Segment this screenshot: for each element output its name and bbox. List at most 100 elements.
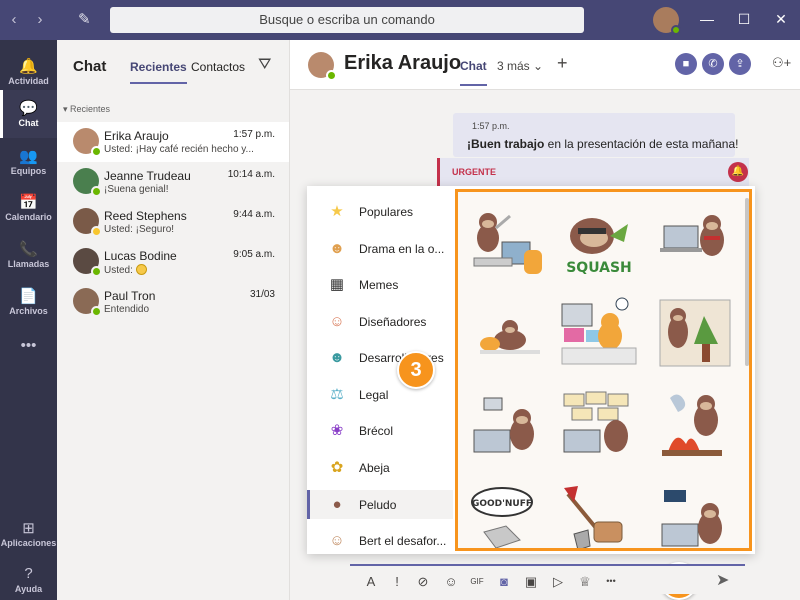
broccoli-icon: ❀ <box>330 422 344 439</box>
sloth-buried-in-mail-sticker[interactable] <box>558 388 640 464</box>
category-label: Drama en la o... <box>359 242 445 256</box>
sticker-category-memes[interactable]: ▦ Memes <box>307 270 453 299</box>
minimize-button[interactable]: — <box>697 11 717 27</box>
search-input[interactable]: Busque o escriba un comando <box>110 7 584 33</box>
back-icon[interactable]: ‹ <box>6 11 22 28</box>
add-people-icon[interactable]: ⚇+ <box>772 55 791 71</box>
rail-item-llamadas[interactable]: 📞 Llamadas <box>0 231 57 279</box>
category-label: Brécol <box>359 424 394 438</box>
sticker-category-peludo[interactable]: ● Peludo <box>307 490 453 519</box>
contact-name: Paul Tron <box>104 289 156 303</box>
chat-message[interactable]: 1:57 p.m. ¡Buen trabajo en la presentaci… <box>453 113 739 157</box>
rail-item-calendario[interactable]: 📅 Calendario <box>0 184 57 232</box>
category-label: Bert el desafor... <box>359 534 447 548</box>
add-tab-button[interactable]: + <box>557 53 568 74</box>
category-label: Memes <box>359 278 399 292</box>
sloth-with-plant-sticker[interactable] <box>654 296 736 372</box>
emoji-icon[interactable]: ☺ <box>442 574 460 589</box>
smile-emoji-icon <box>135 264 147 275</box>
category-label: Diseñadores <box>359 315 427 329</box>
chat-item-erika-araujo[interactable]: Erika Araujo 1:57 p.m. Usted: ¡Hay café … <box>57 122 289 162</box>
contact-name: Reed Stephens <box>104 209 187 223</box>
avatar <box>73 168 102 197</box>
gif-icon[interactable]: GIF <box>468 577 486 586</box>
phone-icon: 📞 <box>19 241 38 258</box>
rail-item-more[interactable]: ••• <box>0 328 57 376</box>
rail-item-aplicaciones[interactable]: ⊞ Aplicaciones <box>0 510 57 558</box>
rail-item-ayuda[interactable]: ? Ayuda <box>0 556 57 600</box>
sticker-category-disenadores[interactable]: ☺ Diseñadores <box>307 307 453 336</box>
more-tabs-button[interactable]: 3 más ⌄ <box>497 59 543 73</box>
important-icon[interactable]: ! <box>388 574 406 589</box>
urgent-bell-icon: 🔔 <box>728 162 748 182</box>
chat-item-paul-tron[interactable]: Paul Tron 31/03 Entendido <box>57 282 289 322</box>
contact-time: 10:14 a.m. <box>227 169 275 180</box>
chat-item-jeanne-trudeau[interactable]: Jeanne Trudeau 10:14 a.m. ¡Suena genial! <box>57 162 289 202</box>
sticker-category-abeja[interactable]: ✿ Abeja <box>307 453 453 482</box>
category-label: Legal <box>359 388 389 402</box>
attach-icon[interactable]: ⊘ <box>414 574 432 590</box>
sticker-category-brecol[interactable]: ❀ Brécol <box>307 416 453 445</box>
sloth-squash-sticker[interactable]: SQUASH <box>558 206 640 282</box>
sloth-late-night-laptop-sticker[interactable] <box>654 484 736 551</box>
presence-away-icon <box>91 226 102 237</box>
tab-chat[interactable]: Chat <box>460 59 487 86</box>
rail-item-chat[interactable]: 💬 Chat <box>0 90 57 138</box>
sloth-at-laptop-sticker[interactable] <box>654 206 736 282</box>
sloth-messy-desk-sticker[interactable] <box>558 296 640 372</box>
squash-text: SQUASH <box>566 260 632 276</box>
rail-item-equipos[interactable]: 👥 Equipos <box>0 138 57 186</box>
sticker-category-populares[interactable]: ★ Populares <box>307 197 453 226</box>
format-icon[interactable]: A <box>362 574 380 589</box>
contact-preview: ¡Suena genial! <box>104 184 169 195</box>
category-label: Peludo <box>359 498 397 512</box>
sticker-grid-scrollbar[interactable] <box>745 198 749 366</box>
sloth-fire-sticker[interactable] <box>654 388 736 464</box>
compose-toolbar: A ! ⊘ ☺ GIF ◙ ▣ ▷ ♕ ••• <box>350 564 745 594</box>
chat-item-lucas-bodine[interactable]: Lucas Bodine 9:05 a.m. Usted: <box>57 242 289 282</box>
more-options-icon[interactable]: ••• <box>602 576 620 586</box>
bee-icon: ✿ <box>330 459 344 476</box>
avatar <box>73 208 102 237</box>
rail-item-archivos[interactable]: 📄 Archivos <box>0 278 57 326</box>
chat-item-reed-stephens[interactable]: Reed Stephens 9:44 a.m. Usted: ¡Seguro! <box>57 202 289 242</box>
tab-recientes[interactable]: Recientes <box>130 60 187 84</box>
close-button[interactable]: ✕ <box>771 11 791 28</box>
praise-icon[interactable]: ♕ <box>576 574 594 590</box>
send-icon[interactable]: ➤ <box>716 570 729 590</box>
maximize-button[interactable]: ☐ <box>734 11 754 28</box>
contact-preview: Entendido <box>104 304 150 315</box>
audio-call-button[interactable]: ✆ <box>702 53 724 75</box>
sloth-lying-with-cat-sticker[interactable] <box>466 300 548 376</box>
sticker-category-bert[interactable]: ☺ Bert el desafor... <box>307 526 453 555</box>
message-text: ¡Buen trabajo en la presentación de esta… <box>467 137 739 151</box>
conversation-header: Erika Araujo Chat 3 más ⌄ + ■ ✆ ⇪ ⚇+ <box>290 40 800 90</box>
sticker-icon[interactable]: ◙ <box>495 574 513 589</box>
axe-and-log-sticker[interactable] <box>558 484 640 551</box>
filter-icon[interactable]: ⛛ <box>258 56 271 74</box>
sticker-category-legal[interactable]: ⚖ Legal <box>307 380 453 409</box>
star-icon: ★ <box>330 203 344 220</box>
video-call-button[interactable]: ■ <box>675 53 697 75</box>
title-bar: ‹ › ✎ Busque o escriba un comando — ☐ ✕ <box>0 0 800 40</box>
user-avatar[interactable] <box>653 7 681 35</box>
share-screen-button[interactable]: ⇪ <box>729 53 751 75</box>
memes-icon: ▦ <box>329 276 345 293</box>
rail-item-actividad[interactable]: 🔔 Actividad <box>0 48 57 96</box>
compose-icon[interactable]: ✎ <box>78 10 91 28</box>
bell-icon: 🔔 <box>19 58 38 75</box>
sticker-category-drama[interactable]: ☻ Drama en la o... <box>307 234 453 263</box>
good-nuff-text: GOOD'NUFF <box>472 499 532 509</box>
contact-preview: Usted: ¡Hay café recién hecho y... <box>104 144 254 155</box>
tab-contactos[interactable]: Contactos <box>191 60 245 74</box>
sloth-email-laptop-sticker[interactable] <box>466 392 548 468</box>
section-header-recientes[interactable]: ▾ Recientes <box>63 104 110 115</box>
presence-available-icon <box>326 70 337 81</box>
conversation-title: Erika Araujo <box>344 52 462 74</box>
meet-icon[interactable]: ▣ <box>522 574 540 590</box>
forward-icon[interactable]: › <box>32 11 48 28</box>
stream-icon[interactable]: ▷ <box>549 574 567 590</box>
avatar[interactable] <box>308 52 337 81</box>
sloth-smashing-computer-sticker[interactable] <box>466 206 548 282</box>
good-nuff-sticker[interactable]: GOOD'NUFF <box>466 484 548 551</box>
